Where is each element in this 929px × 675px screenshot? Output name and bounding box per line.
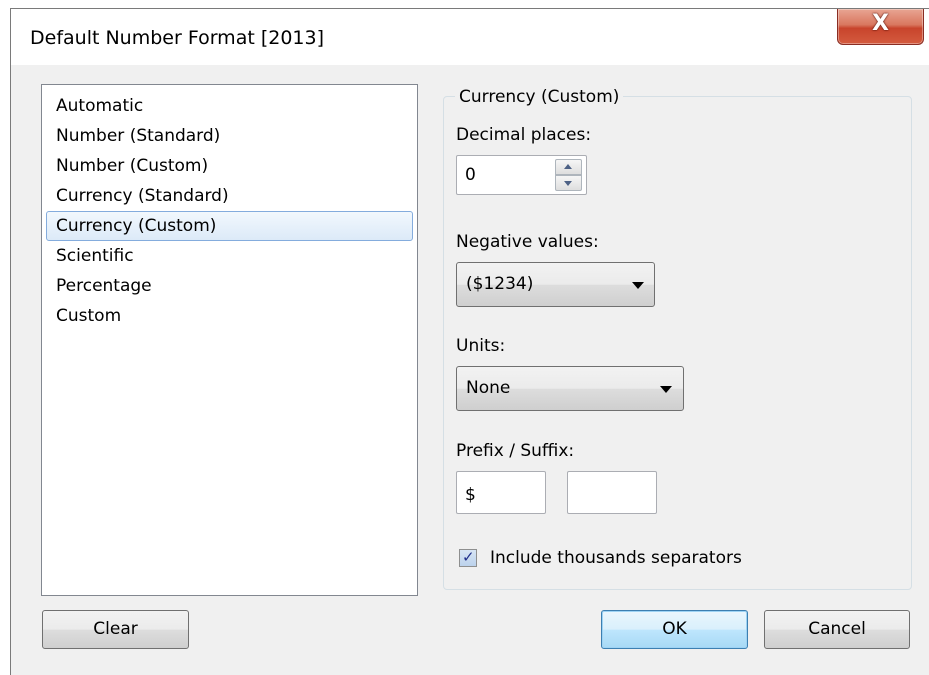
close-icon: X [872, 11, 889, 36]
stepper-down-button[interactable] [555, 175, 582, 191]
negative-values-selected: ($1234) [466, 274, 534, 294]
checkmark-icon: ✓ [462, 548, 475, 566]
dropdown-arrow-icon [660, 386, 672, 393]
chevron-up-icon [564, 164, 572, 169]
decimal-places-label: Decimal places: [456, 125, 592, 145]
window-title: Default Number Format [2013] [30, 27, 324, 49]
units-selected: None [466, 378, 511, 398]
thousands-separators-label[interactable]: Include thousands separators [490, 548, 742, 568]
cancel-button[interactable]: Cancel [764, 610, 910, 649]
list-item-automatic[interactable]: Automatic [46, 91, 413, 121]
list-item-scientific[interactable]: Scientific [46, 241, 413, 271]
ok-button[interactable]: OK [601, 610, 748, 649]
stepper-up-button[interactable] [555, 159, 582, 175]
chevron-down-icon [564, 181, 572, 186]
negative-values-dropdown[interactable]: ($1234) [456, 262, 655, 307]
list-item-custom[interactable]: Custom [46, 301, 413, 331]
negative-values-label: Negative values: [456, 232, 599, 252]
units-dropdown[interactable]: None [456, 366, 684, 411]
list-item-currency-standard[interactable]: Currency (Standard) [46, 181, 413, 211]
prefix-input[interactable]: $ [456, 471, 546, 514]
title-bar[interactable]: Default Number Format [2013] X [11, 9, 929, 65]
options-group-title: Currency (Custom) [455, 87, 624, 107]
prefix-value: $ [465, 485, 476, 505]
decimal-places-value[interactable]: 0 [465, 165, 476, 185]
list-item-number-custom[interactable]: Number (Custom) [46, 151, 413, 181]
suffix-input[interactable] [567, 471, 657, 514]
format-type-list[interactable]: Automatic Number (Standard) Number (Cust… [41, 84, 418, 596]
decimal-places-stepper[interactable]: 0 [456, 155, 587, 195]
list-item-number-standard[interactable]: Number (Standard) [46, 121, 413, 151]
close-button[interactable]: X [837, 9, 924, 45]
dialog-window: Default Number Format [2013] X Automatic… [10, 8, 929, 675]
thousands-separators-checkbox[interactable]: ✓ [459, 548, 477, 567]
units-label: Units: [456, 336, 506, 356]
list-item-currency-custom[interactable]: Currency (Custom) [46, 211, 413, 241]
list-item-percentage[interactable]: Percentage [46, 271, 413, 301]
clear-button[interactable]: Clear [42, 610, 189, 649]
prefix-suffix-label: Prefix / Suffix: [456, 441, 575, 461]
dropdown-arrow-icon [632, 282, 644, 289]
